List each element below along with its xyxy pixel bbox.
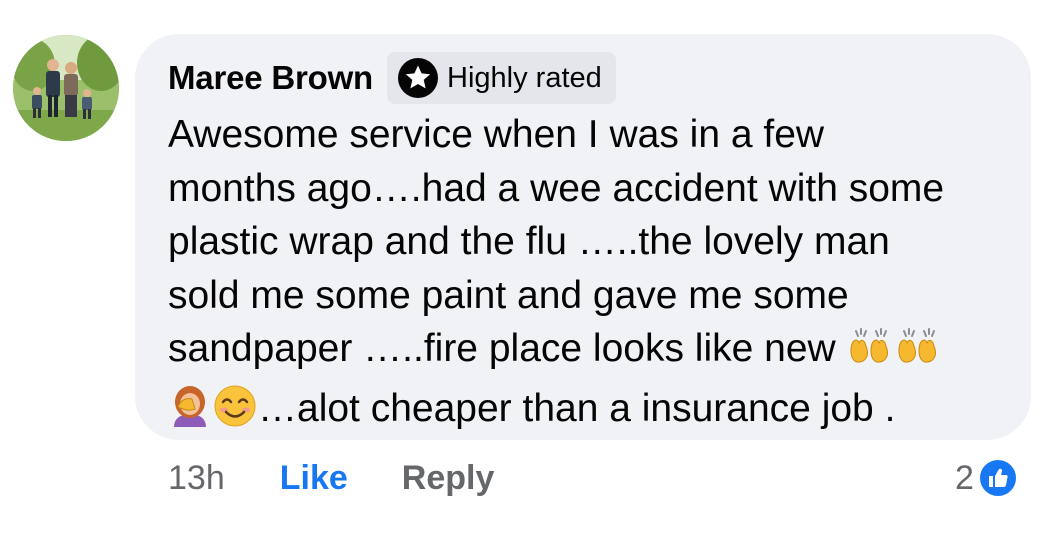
person-facepalming-icon — [168, 385, 212, 442]
comment-line: months ago….had a wee accident with some — [168, 166, 945, 210]
reaction-summary[interactable]: 2 — [955, 455, 1018, 501]
comment-header: Maree Brown Highly rated — [168, 52, 616, 104]
comment-line-text: sandpaper …..fire place looks like new — [168, 327, 836, 370]
star-badge-icon — [397, 57, 439, 99]
raising-hands-icon — [895, 327, 943, 382]
comment-line: sold me some paint and gave me some — [168, 273, 849, 317]
avatar[interactable] — [13, 35, 119, 141]
thumbs-up-icon — [977, 458, 1018, 498]
raising-hands-icon — [847, 327, 895, 382]
comment-line-text: …alot cheaper than a insurance job . — [258, 386, 896, 430]
comment: Maree Brown Highly rated Awesome service… — [0, 0, 1057, 539]
highly-rated-badge[interactable]: Highly rated — [387, 52, 616, 104]
comment-line-with-emoji: sandpaper …..fire place looks like new — [168, 322, 1018, 382]
comment-text: Awesome service when I was in a few mont… — [168, 108, 1018, 441]
comment-line-with-emoji: …alot cheaper than a insurance job . — [168, 382, 1018, 442]
reaction-count: 2 — [955, 458, 974, 497]
like-button[interactable]: Like — [280, 459, 348, 498]
timestamp[interactable]: 13h — [168, 459, 225, 498]
comment-line: Awesome service when I was in a few — [168, 113, 825, 156]
author-name[interactable]: Maree Brown — [168, 59, 373, 97]
comment-line: plastic wrap and the flu …..the lovely m… — [168, 220, 890, 263]
badge-label: Highly rated — [447, 61, 602, 94]
comment-actions: 13h Like Reply — [168, 455, 494, 501]
reply-button[interactable]: Reply — [402, 459, 495, 498]
avatar-photo-icon — [13, 35, 119, 141]
smiling-face-icon — [212, 385, 258, 442]
